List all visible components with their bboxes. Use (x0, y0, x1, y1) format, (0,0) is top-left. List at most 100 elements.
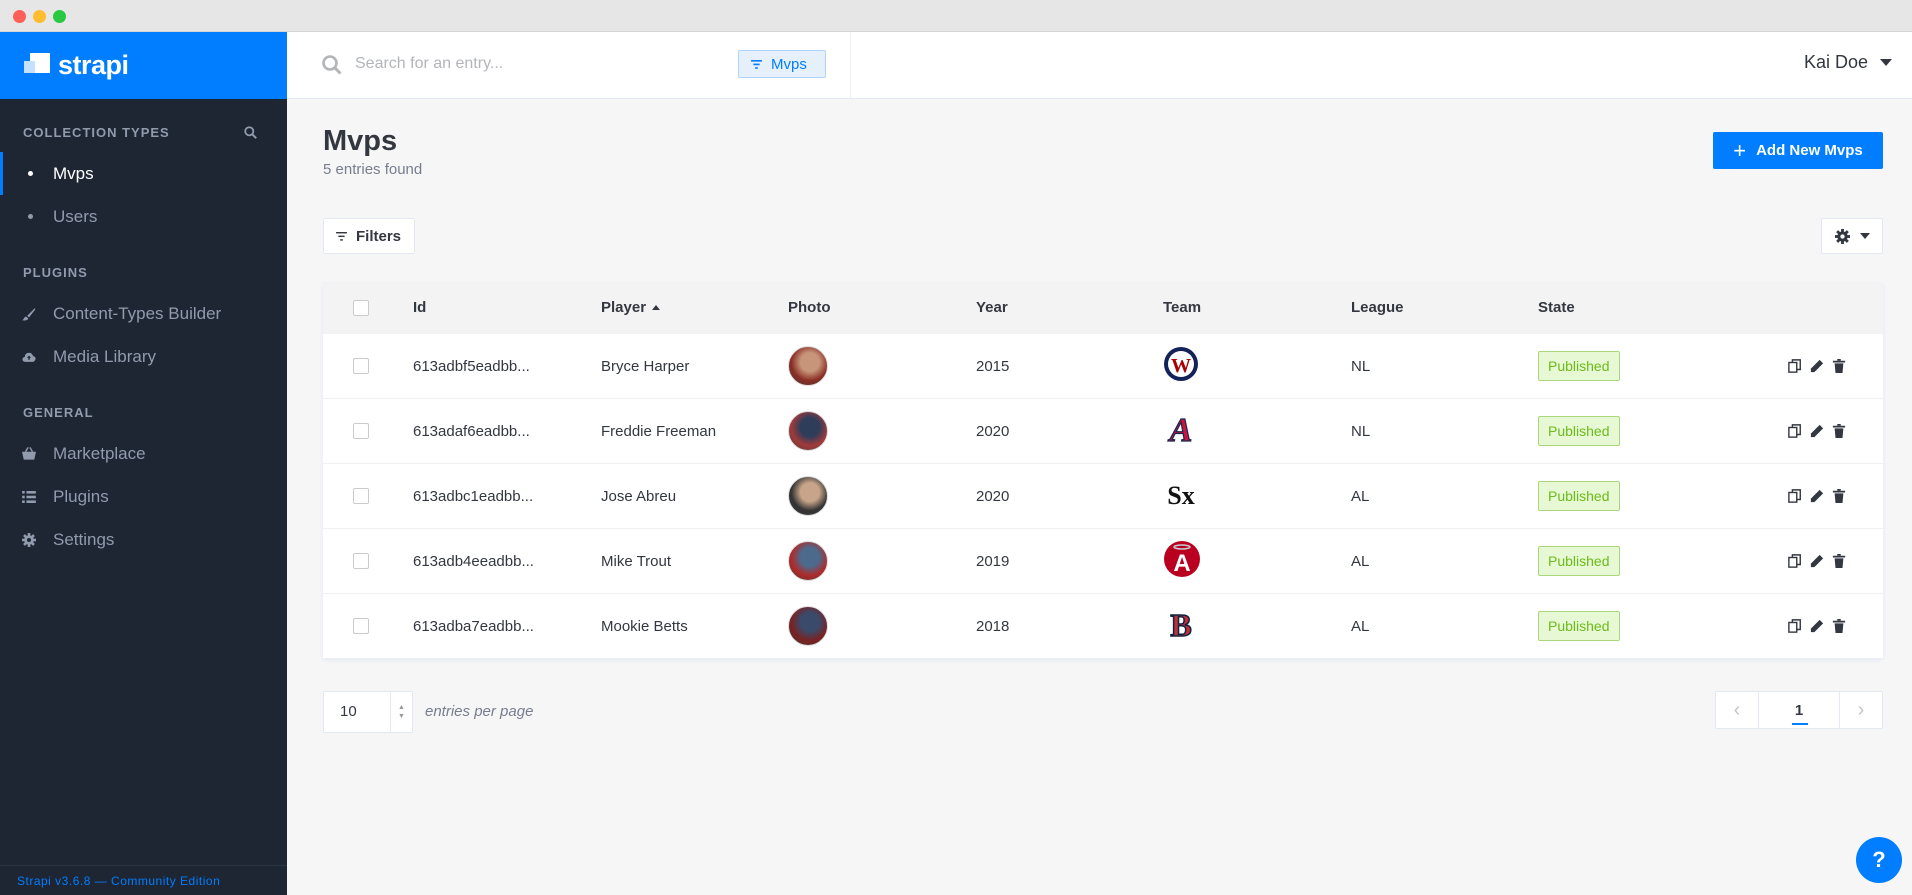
strapi-logo-icon (24, 52, 50, 79)
trash-icon[interactable] (1832, 359, 1846, 373)
minimize-window-button[interactable] (33, 10, 46, 23)
collection-types-title: COLLECTION TYPES (23, 124, 170, 140)
plugins-header: PLUGINS (0, 262, 287, 282)
chevron-left-icon: ‹ (1733, 698, 1741, 721)
edit-pencil-icon[interactable] (1810, 359, 1824, 373)
row-checkbox[interactable] (353, 488, 369, 504)
page-number-current[interactable]: 1 (1758, 691, 1840, 729)
edit-pencil-icon[interactable] (1810, 554, 1824, 568)
row-checkbox[interactable] (353, 553, 369, 569)
list-icon (22, 490, 36, 504)
cell-player: Jose Abreu (601, 487, 677, 505)
trash-icon[interactable] (1832, 489, 1846, 503)
cell-player: Mookie Betts (601, 617, 688, 635)
search-icon[interactable] (244, 125, 257, 139)
cell-year: 2020 (976, 487, 1010, 505)
sidebar-item-settings[interactable]: Settings (0, 518, 287, 561)
cell-league: AL (1351, 617, 1370, 635)
search-input[interactable] (355, 50, 715, 78)
column-header-team[interactable]: Team (1163, 299, 1351, 316)
sidebar-item-mvps[interactable]: Mvps (0, 152, 287, 195)
column-header-state[interactable]: State (1538, 299, 1778, 316)
team-logo-icon: Sx (1163, 476, 1199, 512)
edit-pencil-icon[interactable] (1810, 424, 1824, 438)
next-page-button[interactable]: › (1840, 691, 1882, 729)
table-row[interactable]: 613adaf6eadbb... Freddie Freeman 2020 A NL Pu… (323, 398, 1883, 463)
cell-team: A (1163, 540, 1351, 582)
cell-id: 613adb4eeadbb... (413, 552, 534, 570)
sidebar-item-media-library[interactable]: Media Library (0, 335, 287, 378)
status-badge: Published (1538, 351, 1620, 381)
edit-pencil-icon[interactable] (1810, 489, 1824, 503)
collection-types-header: COLLECTION TYPES (0, 122, 287, 142)
duplicate-icon[interactable] (1788, 424, 1802, 438)
cell-player: Mike Trout (601, 552, 672, 570)
duplicate-icon[interactable] (1788, 489, 1802, 503)
sidebar-item-marketplace[interactable]: Marketplace (0, 432, 287, 475)
svg-text:Sx: Sx (1167, 481, 1194, 510)
gear-icon (1834, 228, 1850, 244)
duplicate-icon[interactable] (1788, 619, 1802, 633)
cell-state: Published (1538, 416, 1778, 446)
column-header-player[interactable]: Player (601, 299, 788, 316)
trash-icon[interactable] (1832, 554, 1846, 568)
filter-icon (336, 231, 347, 241)
cell-id: 613adba7eadbb... (413, 617, 534, 635)
up-down-icon: ▲ ▼ (390, 692, 412, 732)
row-actions (1788, 619, 1846, 633)
player-photo (788, 606, 828, 646)
caret-down-icon (1880, 59, 1892, 66)
team-logo-icon: A (1163, 411, 1199, 447)
duplicate-icon[interactable] (1788, 554, 1802, 568)
sort-asc-icon (652, 305, 661, 310)
team-logo-icon: A (1163, 540, 1201, 578)
column-header-year[interactable]: Year (976, 299, 1163, 316)
per-page-value: 10 (340, 703, 357, 720)
cell-league: NL (1351, 422, 1371, 440)
per-page-select[interactable]: 10 ▲ ▼ (323, 691, 413, 733)
cell-id: 613adaf6eadbb... (413, 422, 530, 440)
brand-header[interactable]: strapi (0, 32, 287, 99)
chip-label: Mvps (771, 55, 807, 73)
cell-league: AL (1351, 552, 1370, 570)
sidebar-item-users[interactable]: Users (0, 195, 287, 238)
user-menu[interactable]: Kai Doe (1804, 52, 1892, 73)
column-header-photo[interactable]: Photo (788, 299, 976, 316)
table-row[interactable]: 613adbf5eadbb... Bryce Harper 2015 W NL Publi… (323, 333, 1883, 398)
row-checkbox[interactable] (353, 618, 369, 634)
table-row[interactable]: 613adb4eeadbb... Mike Trout 2019 A AL Publish… (323, 528, 1883, 593)
trash-icon[interactable] (1832, 619, 1846, 633)
collection-filter-chip[interactable]: Mvps (738, 50, 826, 78)
row-checkbox[interactable] (353, 423, 369, 439)
status-badge: Published (1538, 416, 1620, 446)
per-page-label: entries per page (425, 703, 534, 720)
maximize-window-button[interactable] (53, 10, 66, 23)
cell-photo (788, 476, 976, 516)
select-all-checkbox[interactable] (353, 299, 369, 316)
list-settings-button[interactable] (1821, 218, 1883, 254)
add-new-entry-button[interactable]: + Add New Mvps (1713, 132, 1883, 169)
caret-down-icon (1859, 233, 1870, 239)
player-photo (788, 476, 828, 516)
table-row[interactable]: 613adba7eadbb... Mookie Betts 2018 B AL Publi… (323, 593, 1883, 658)
sidebar-item-plugins[interactable]: Plugins (0, 475, 287, 518)
duplicate-icon[interactable] (1788, 359, 1802, 373)
chevron-right-icon: › (1857, 698, 1865, 721)
bullet-icon (28, 171, 33, 176)
cell-photo (788, 606, 976, 646)
sidebar-item-label: Users (53, 206, 98, 226)
user-name: Kai Doe (1803, 52, 1868, 72)
close-window-button[interactable] (13, 10, 26, 23)
filters-button[interactable]: Filters (323, 218, 415, 254)
column-header-league[interactable]: League (1351, 299, 1538, 316)
edit-pencil-icon[interactable] (1810, 619, 1824, 633)
general-header: GENERAL (0, 402, 287, 422)
previous-page-button[interactable]: ‹ (1716, 691, 1758, 729)
sidebar-item-content-types-builder[interactable]: Content-Types Builder (0, 292, 287, 335)
trash-icon[interactable] (1832, 424, 1846, 438)
help-button[interactable]: ? (1856, 837, 1902, 883)
column-header-id[interactable]: Id (413, 299, 601, 316)
table-row[interactable]: 613adbc1eadbb... Jose Abreu 2020 Sx AL Publis… (323, 463, 1883, 528)
top-bar: Mvps Kai Doe (287, 32, 1912, 99)
row-checkbox[interactable] (353, 358, 369, 374)
